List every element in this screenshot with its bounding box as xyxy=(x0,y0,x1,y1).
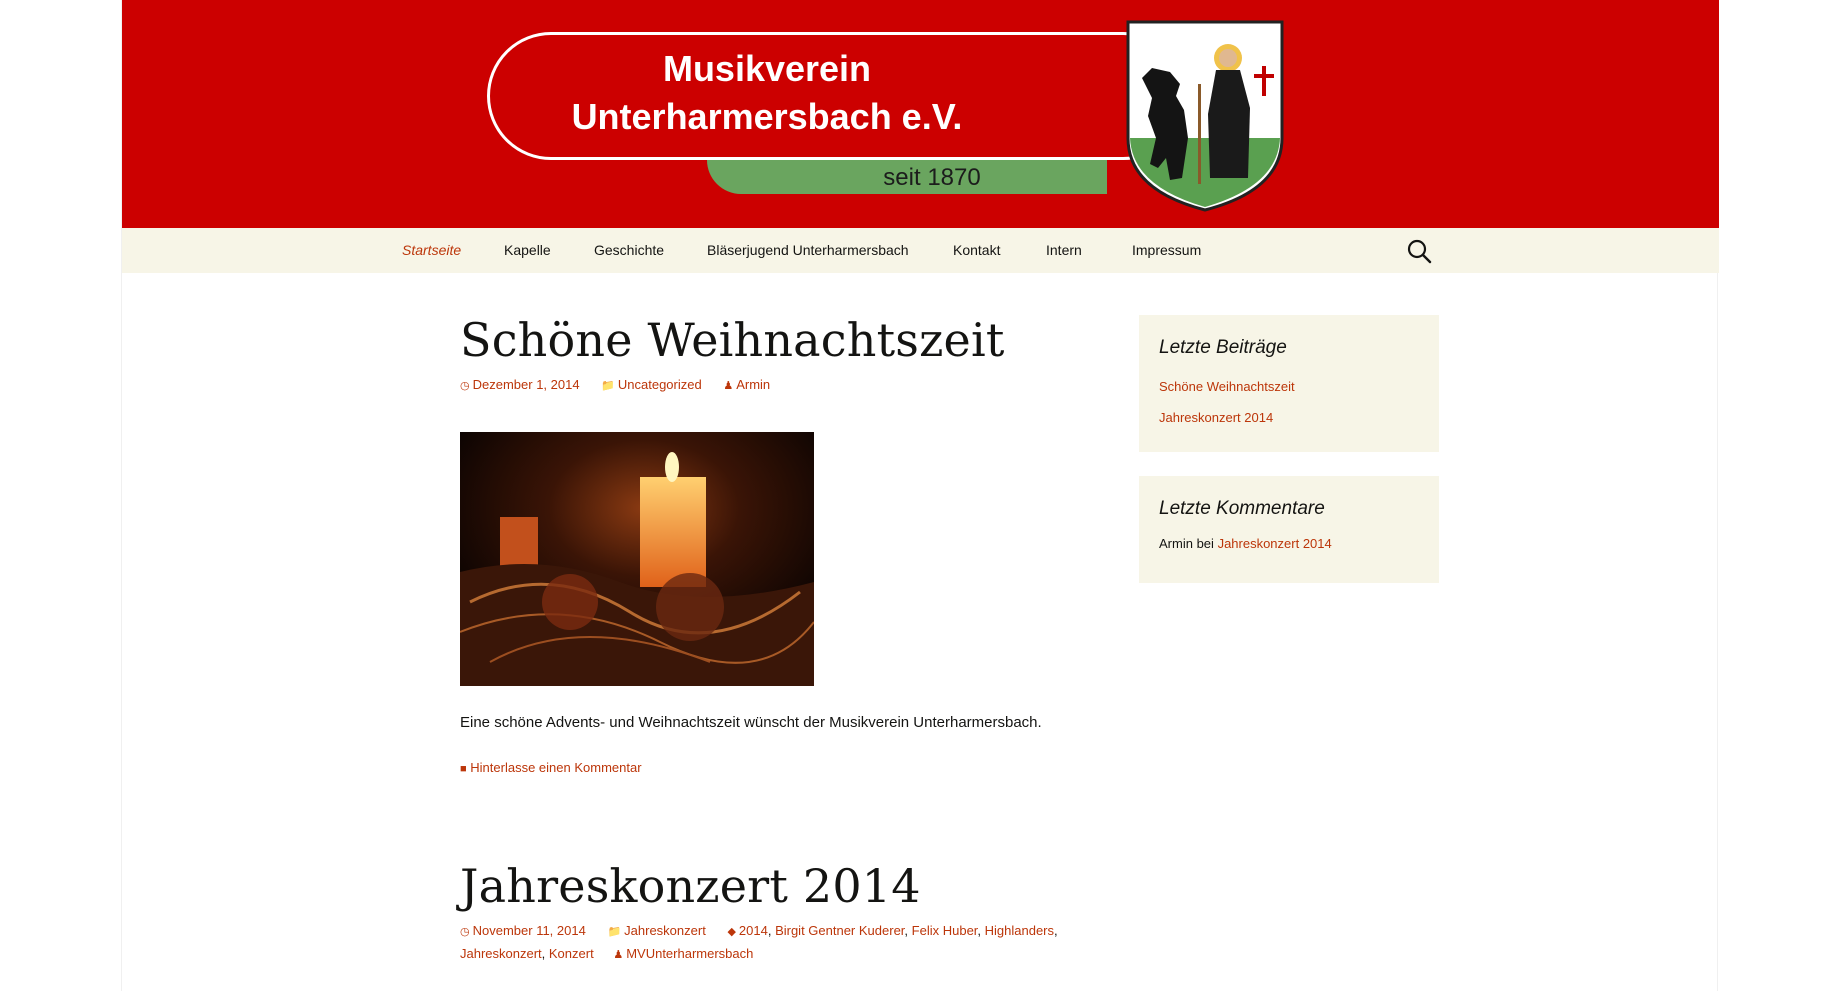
widget-title: Letzte Beiträge xyxy=(1159,337,1287,358)
nav-item-geschichte[interactable]: Geschichte xyxy=(594,228,664,273)
site-title-line2: Unterharmersbach e.V. xyxy=(571,96,963,137)
coat-of-arms-icon xyxy=(1126,20,1284,212)
comment-link[interactable]: ■ Hinterlasse einen Kommentar xyxy=(460,760,642,775)
post-article: Schöne Weihnachtszeit ◷ Dezember 1, 2014 … xyxy=(460,312,1080,775)
post-category[interactable]: 📁 Uncategorized xyxy=(601,377,702,392)
tag-link[interactable]: Highlanders xyxy=(985,923,1054,938)
since-text: seit 1870 xyxy=(883,164,981,191)
tag-link[interactable]: 2014 xyxy=(739,923,768,938)
recent-post-link[interactable]: Schöne Weihnachtszeit xyxy=(1159,371,1419,402)
post-meta: ◷ November 11, 2014 📁 Jahreskonzert ◆ 2014,… xyxy=(460,920,1080,966)
post-image[interactable] xyxy=(460,432,814,686)
recent-post-link[interactable]: Jahreskonzert 2014 xyxy=(1159,402,1419,433)
tag-icon: ◆ xyxy=(727,926,736,938)
widget-title: Letzte Kommentare xyxy=(1159,498,1325,519)
clock-icon: ◷ xyxy=(460,926,470,938)
site-banner: Musikverein Unterharmersbach e.V. xyxy=(487,32,1187,160)
main-nav: Startseite Kapelle Geschichte Bläserjuge… xyxy=(122,228,1719,273)
user-icon: ♟ xyxy=(723,380,734,392)
post-title-link[interactable]: Jahreskonzert 2014 xyxy=(460,859,921,913)
post-author-link[interactable]: Armin xyxy=(736,377,770,392)
tag-link[interactable]: Felix Huber xyxy=(912,923,978,938)
folder-icon: 📁 xyxy=(601,380,615,392)
post-meta: ◷ Dezember 1, 2014 📁 Uncategorized ♟ Armin xyxy=(460,374,1080,397)
comment-author: Armin xyxy=(1159,536,1193,551)
comment-icon: ■ xyxy=(460,763,467,775)
post-date[interactable]: ◷ Dezember 1, 2014 xyxy=(460,377,580,392)
tag-link[interactable]: Jahreskonzert xyxy=(460,946,542,961)
post-excerpt: Eine schöne Advents- und Weihnachtszeit … xyxy=(460,714,1042,731)
site-title-line1: Musikverein xyxy=(662,48,872,89)
tag-link[interactable]: Birgit Gentner Kuderer xyxy=(775,923,904,938)
comment-connector: bei xyxy=(1196,536,1214,551)
nav-item-impressum[interactable]: Impressum xyxy=(1132,228,1201,273)
nav-item-startseite[interactable]: Startseite xyxy=(402,228,461,273)
nav-item-blaeserjugend[interactable]: Bläserjugend Unterharmersbach xyxy=(707,228,909,273)
widget-recent-comments: Letzte Kommentare Armin bei Jahreskonzer… xyxy=(1139,476,1439,583)
search-icon[interactable] xyxy=(1406,238,1432,264)
nav-item-kontakt[interactable]: Kontakt xyxy=(953,228,1000,273)
comment-link-text[interactable]: Hinterlasse einen Kommentar xyxy=(470,760,641,775)
post-title[interactable]: Jahreskonzert 2014 xyxy=(460,858,1080,914)
post-date-link[interactable]: Dezember 1, 2014 xyxy=(473,377,580,392)
tag-link[interactable]: Konzert xyxy=(549,946,594,961)
widget-recent-posts: Letzte Beiträge Schöne Weihnachtszeit Ja… xyxy=(1139,315,1439,452)
nav-item-kapelle[interactable]: Kapelle xyxy=(504,228,551,273)
site-title: Musikverein Unterharmersbach e.V. xyxy=(490,35,1184,141)
post-date[interactable]: ◷ November 11, 2014 xyxy=(460,923,586,938)
post-author[interactable]: ♟ MVUnterharmersbach xyxy=(613,946,753,961)
comment-post-link[interactable]: Jahreskonzert 2014 xyxy=(1218,536,1332,551)
recent-comment: Armin bei Jahreskonzert 2014 xyxy=(1159,532,1419,556)
post-author-link[interactable]: MVUnterharmersbach xyxy=(626,946,753,961)
post-category-link[interactable]: Jahreskonzert xyxy=(624,923,706,938)
post-title[interactable]: Schöne Weihnachtszeit xyxy=(460,312,1080,368)
post-author[interactable]: ♟ Armin xyxy=(723,377,770,392)
post-category[interactable]: 📁 Jahreskonzert xyxy=(607,923,705,938)
post-article: Jahreskonzert 2014 ◷ November 11, 2014 📁 J… xyxy=(460,858,1080,966)
clock-icon: ◷ xyxy=(460,380,470,392)
page: Musikverein Unterharmersbach e.V. seit 1… xyxy=(121,0,1719,991)
nav-item-intern[interactable]: Intern xyxy=(1046,228,1082,273)
post-date-link[interactable]: November 11, 2014 xyxy=(473,923,586,938)
user-icon: ♟ xyxy=(613,949,624,961)
post-title-link[interactable]: Schöne Weihnachtszeit xyxy=(460,313,1005,367)
folder-icon: 📁 xyxy=(607,926,622,938)
site-header[interactable]: Musikverein Unterharmersbach e.V. seit 1… xyxy=(122,0,1719,228)
post-category-link[interactable]: Uncategorized xyxy=(618,377,702,392)
